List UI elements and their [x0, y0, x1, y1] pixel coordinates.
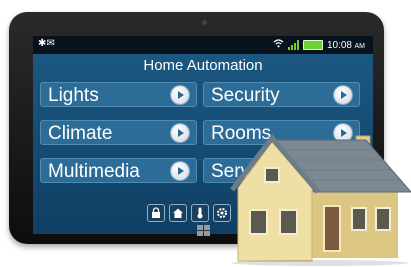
- camera-lens: [202, 20, 207, 25]
- house-window: [351, 207, 367, 231]
- lights-button[interactable]: Lights: [40, 82, 197, 107]
- house-window: [375, 207, 391, 231]
- bottom-dock: [147, 204, 231, 222]
- security-button[interactable]: Security: [203, 82, 360, 107]
- security-label: Security: [211, 85, 280, 106]
- house-shadow: [232, 260, 408, 266]
- multimedia-button[interactable]: Multimedia: [40, 158, 197, 183]
- battery-icon: [302, 40, 323, 50]
- app-title: Home Automation: [143, 57, 263, 74]
- clock-time: 10:08: [326, 39, 352, 51]
- multimedia-label: Multimedia: [48, 161, 140, 182]
- security-arrow-icon[interactable]: [334, 86, 352, 104]
- climate-label: Climate: [48, 123, 113, 144]
- signal-bars-icon: [287, 40, 299, 50]
- house-window: [279, 209, 298, 235]
- house-illustration: [230, 134, 411, 266]
- thermometer-icon[interactable]: [191, 204, 209, 222]
- lock-icon[interactable]: [147, 204, 165, 222]
- house-attic-window: [264, 167, 280, 183]
- lights-label: Lights: [48, 85, 99, 106]
- multimedia-arrow-icon[interactable]: [171, 162, 189, 180]
- climate-arrow-icon[interactable]: [171, 124, 189, 142]
- clock-suffix: AM: [354, 42, 366, 50]
- climate-button[interactable]: Climate: [40, 120, 197, 145]
- clock: 10:08 AM: [327, 40, 365, 51]
- house-icon[interactable]: [169, 204, 187, 222]
- status-bar: ✱✉ 10:08 AM: [33, 36, 373, 54]
- windows-home-button[interactable]: [197, 225, 211, 237]
- lights-arrow-icon[interactable]: [171, 86, 189, 104]
- house-window: [249, 209, 268, 235]
- notification-icons: ✱✉: [38, 38, 55, 49]
- wifi-icon: [273, 39, 284, 51]
- house-door: [323, 205, 341, 252]
